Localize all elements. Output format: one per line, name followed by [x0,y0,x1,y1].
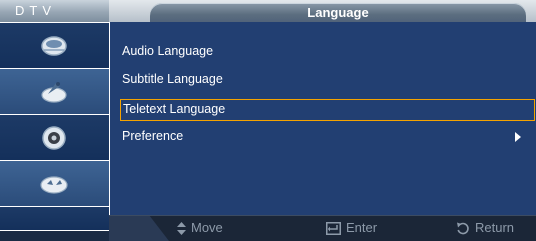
footer-return-label: Return [475,220,515,235]
return-icon [457,222,469,235]
menu-item-teletext-language[interactable]: Teletext Language [120,99,535,121]
menu-item-preference[interactable]: Preference [120,125,535,147]
footer-enter-label: Enter [346,220,378,235]
menu-item-label: Preference [122,129,184,143]
menu-item-subtitle-language[interactable]: Subtitle Language [120,68,535,90]
satellite-icon [41,82,67,103]
category-sidebar [0,22,109,241]
menu-item-label: Audio Language [122,44,214,58]
menu-item-audio-language[interactable]: Audio Language [120,40,535,62]
updown-arrow-icon [177,221,186,235]
sidebar-spacer [0,206,109,230]
sidebar-bottom-cap [0,230,109,241]
input-plug-icon [40,176,68,194]
tv-osd-screen: DTV Language Audio Language Subtitle Lan… [0,0,536,241]
sidebar-item-setup[interactable] [0,114,109,160]
source-label: DTV [0,0,109,22]
footer-move-hint: Move [177,220,223,236]
help-footer: Move Enter Return [109,215,536,241]
footer-return-hint: Return [456,220,514,236]
title-bar: Language [109,0,536,22]
enter-icon [326,221,341,235]
sidebar-item-input[interactable] [0,160,109,206]
language-menu-panel: Audio Language Subtitle Language Teletex… [109,22,536,215]
menu-item-label: Subtitle Language [122,72,223,86]
settings-gear-icon [42,126,66,150]
sidebar-item-satellite[interactable] [0,68,109,114]
page-title: Language [150,3,526,22]
footer-enter-hint: Enter [326,220,377,236]
antenna-dish-icon [41,36,67,56]
sidebar-item-antenna[interactable] [0,22,109,68]
footer-move-label: Move [191,220,223,235]
menu-item-label: Teletext Language [123,102,226,116]
submenu-arrow-icon [515,132,521,142]
